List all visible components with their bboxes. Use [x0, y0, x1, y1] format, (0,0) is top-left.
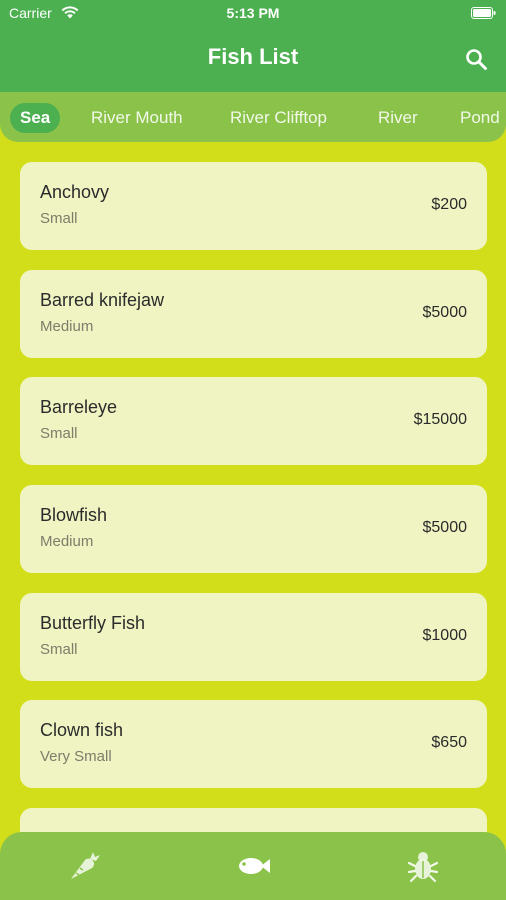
fish-list: Anchovy Small $200 Barred knifejaw Mediu… [0, 142, 506, 832]
fish-price: $5000 [422, 304, 468, 321]
fish-name: Barreleye [40, 397, 118, 417]
fish-price: $1000 [422, 627, 468, 644]
list-item[interactable]: Blowfish Medium $5000 [20, 485, 487, 573]
list-item[interactable]: Barred knifejaw Medium $5000 [20, 270, 487, 358]
tab-river-clifftop[interactable]: River Clifftop [230, 103, 327, 133]
fish-name: Anchovy [40, 182, 110, 202]
habitat-tab-bar: Sea River Mouth River Clifftop River Pon… [0, 92, 506, 142]
search-icon[interactable] [464, 47, 488, 71]
status-bar: Carrier 5:13 PM [0, 0, 506, 28]
fish-size: Medium [40, 533, 94, 550]
tab-river[interactable]: River [378, 103, 418, 133]
fish-price: $650 [431, 734, 467, 751]
list-item[interactable]: Barreleye Small $15000 [20, 377, 487, 465]
bug-icon[interactable] [405, 848, 441, 884]
list-item[interactable]: Clown fish Very Small $650 [20, 700, 487, 788]
tab-pond[interactable]: Pond [460, 103, 500, 133]
fish-price: $15000 [413, 411, 467, 428]
fish-name: Butterfly Fish [40, 613, 146, 633]
fish-price: $200 [431, 196, 467, 213]
tab-sea[interactable]: Sea [10, 103, 61, 133]
app-header: Carrier 5:13 PM Fish List [0, 0, 506, 92]
carrot-icon[interactable] [66, 848, 102, 884]
fish-size: Small [40, 641, 78, 658]
tab-river-mouth[interactable]: River Mouth [91, 103, 183, 133]
fish-name: Barred knifejaw [40, 290, 165, 310]
battery-icon [471, 7, 496, 19]
list-item[interactable]: Anchovy Small $200 [20, 162, 487, 250]
bottom-nav [0, 832, 506, 900]
fish-size: Medium [40, 318, 94, 335]
fish-name: Blowfish [40, 505, 108, 525]
status-time: 5:13 PM [226, 5, 280, 21]
fish-price: $5000 [422, 519, 468, 536]
list-item[interactable]: Butterfly Fish Small $1000 [20, 593, 487, 681]
fish-size: Small [40, 210, 78, 227]
fish-size: Very Small [40, 748, 112, 765]
page-title: Fish List [207, 44, 299, 69]
fish-name: Clown fish [40, 720, 124, 740]
fish-icon[interactable] [235, 848, 271, 884]
list-item-partial[interactable] [20, 808, 487, 832]
fish-size: Small [40, 425, 78, 442]
